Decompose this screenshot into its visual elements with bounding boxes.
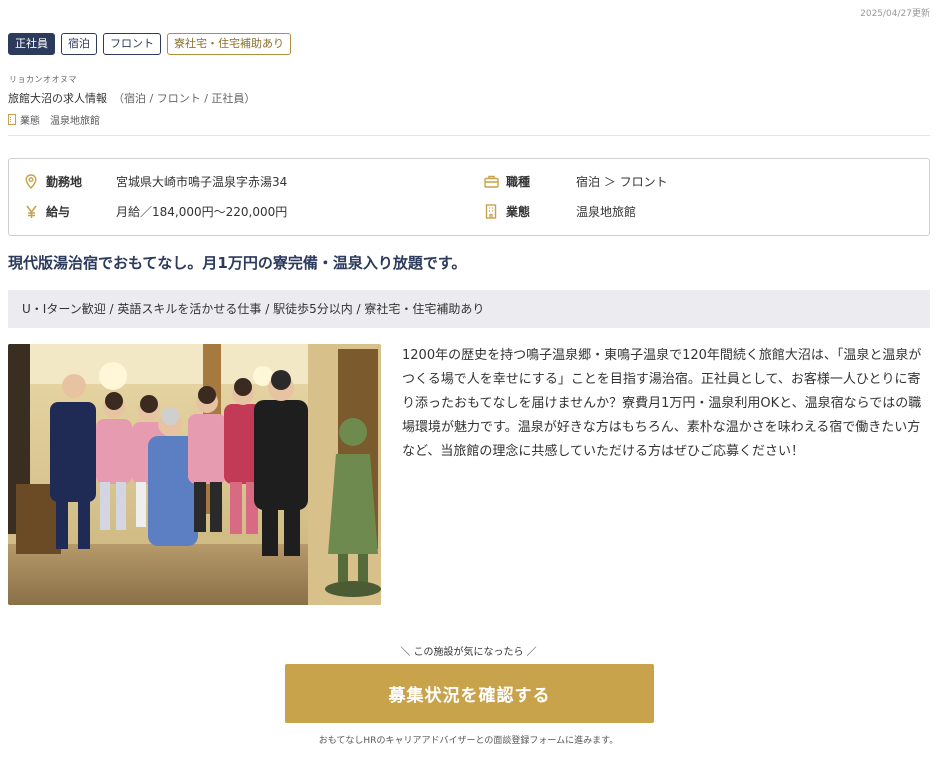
briefcase-icon (483, 174, 499, 190)
business-value: 温泉地旅館 (576, 205, 637, 219)
check-recruitment-button[interactable]: 募集状況を確認する (285, 664, 654, 723)
info-business: 業態 温泉地旅館 (483, 203, 636, 220)
job-label: 職種 (506, 175, 531, 189)
staff-photo (8, 344, 381, 605)
industry-row: 業態 温泉地旅館 (8, 112, 100, 127)
industry-text: 業態 温泉地旅館 (20, 116, 100, 127)
cta-note: おもてなしHRのキャリアアドバイザーとの面談登録フォームに進みます。 (318, 736, 619, 746)
staff-photo-illustration (8, 344, 381, 605)
updated-date: 2025/04/27更新 (860, 9, 930, 19)
feature-tags: U・Iターン歓迎 / 英語スキルを活かせる仕事 / 駅徒歩5分以内 / 寮社宅・… (8, 290, 930, 328)
salary-value: 月給／184,000円〜220,000円 (116, 205, 288, 219)
job-value: 宿泊 ＞ フロント (576, 175, 668, 189)
job-info-box: 勤務地 宮城県大崎市鳴子温泉字赤湯34 給与 月給／184,000円〜220,0… (8, 158, 930, 236)
tag-employment: 正社員 (8, 33, 55, 55)
building-icon (483, 204, 499, 220)
company-kana: リョカンオオヌマ (9, 75, 77, 84)
divider (8, 135, 930, 136)
company-title: 旅館大沼の求人情報 （宿泊 / フロント / 正社員） (8, 90, 255, 106)
salary-label: 給与 (46, 205, 71, 219)
location-pin-icon (23, 174, 39, 190)
tag-housing: 寮社宅・住宅補助あり (167, 33, 291, 55)
yen-icon (23, 204, 39, 220)
location-label: 勤務地 (46, 175, 83, 189)
location-value: 宮城県大崎市鳴子温泉字赤湯34 (116, 175, 288, 189)
job-headline: 現代版湯治宿でおもてなし。月1万円の寮完備・温泉入り放題です。 (8, 254, 467, 272)
business-label: 業態 (506, 205, 531, 219)
cta-hint: ＼ この施設が気になったら ／ (400, 647, 537, 658)
tag-position: フロント (103, 33, 161, 55)
info-salary: 給与 月給／184,000円〜220,000円 (23, 203, 287, 220)
info-location: 勤務地 宮城県大崎市鳴子温泉字赤湯34 (23, 173, 287, 190)
info-job: 職種 宿泊 ＞ フロント (483, 173, 668, 190)
tag-category: 宿泊 (61, 33, 97, 55)
company-subtitle: （宿泊 / フロント / 正社員） (113, 92, 256, 105)
tag-list: 正社員 宿泊 フロント 寮社宅・住宅補助あり (8, 33, 291, 55)
building-small-icon (8, 114, 16, 125)
company-name-title: 旅館大沼の求人情報 (8, 92, 107, 105)
job-description: 1200年の歴史を持つ鳴子温泉郷・東鳴子温泉で120年間続く旅館大沼は、「温泉と… (402, 348, 922, 459)
